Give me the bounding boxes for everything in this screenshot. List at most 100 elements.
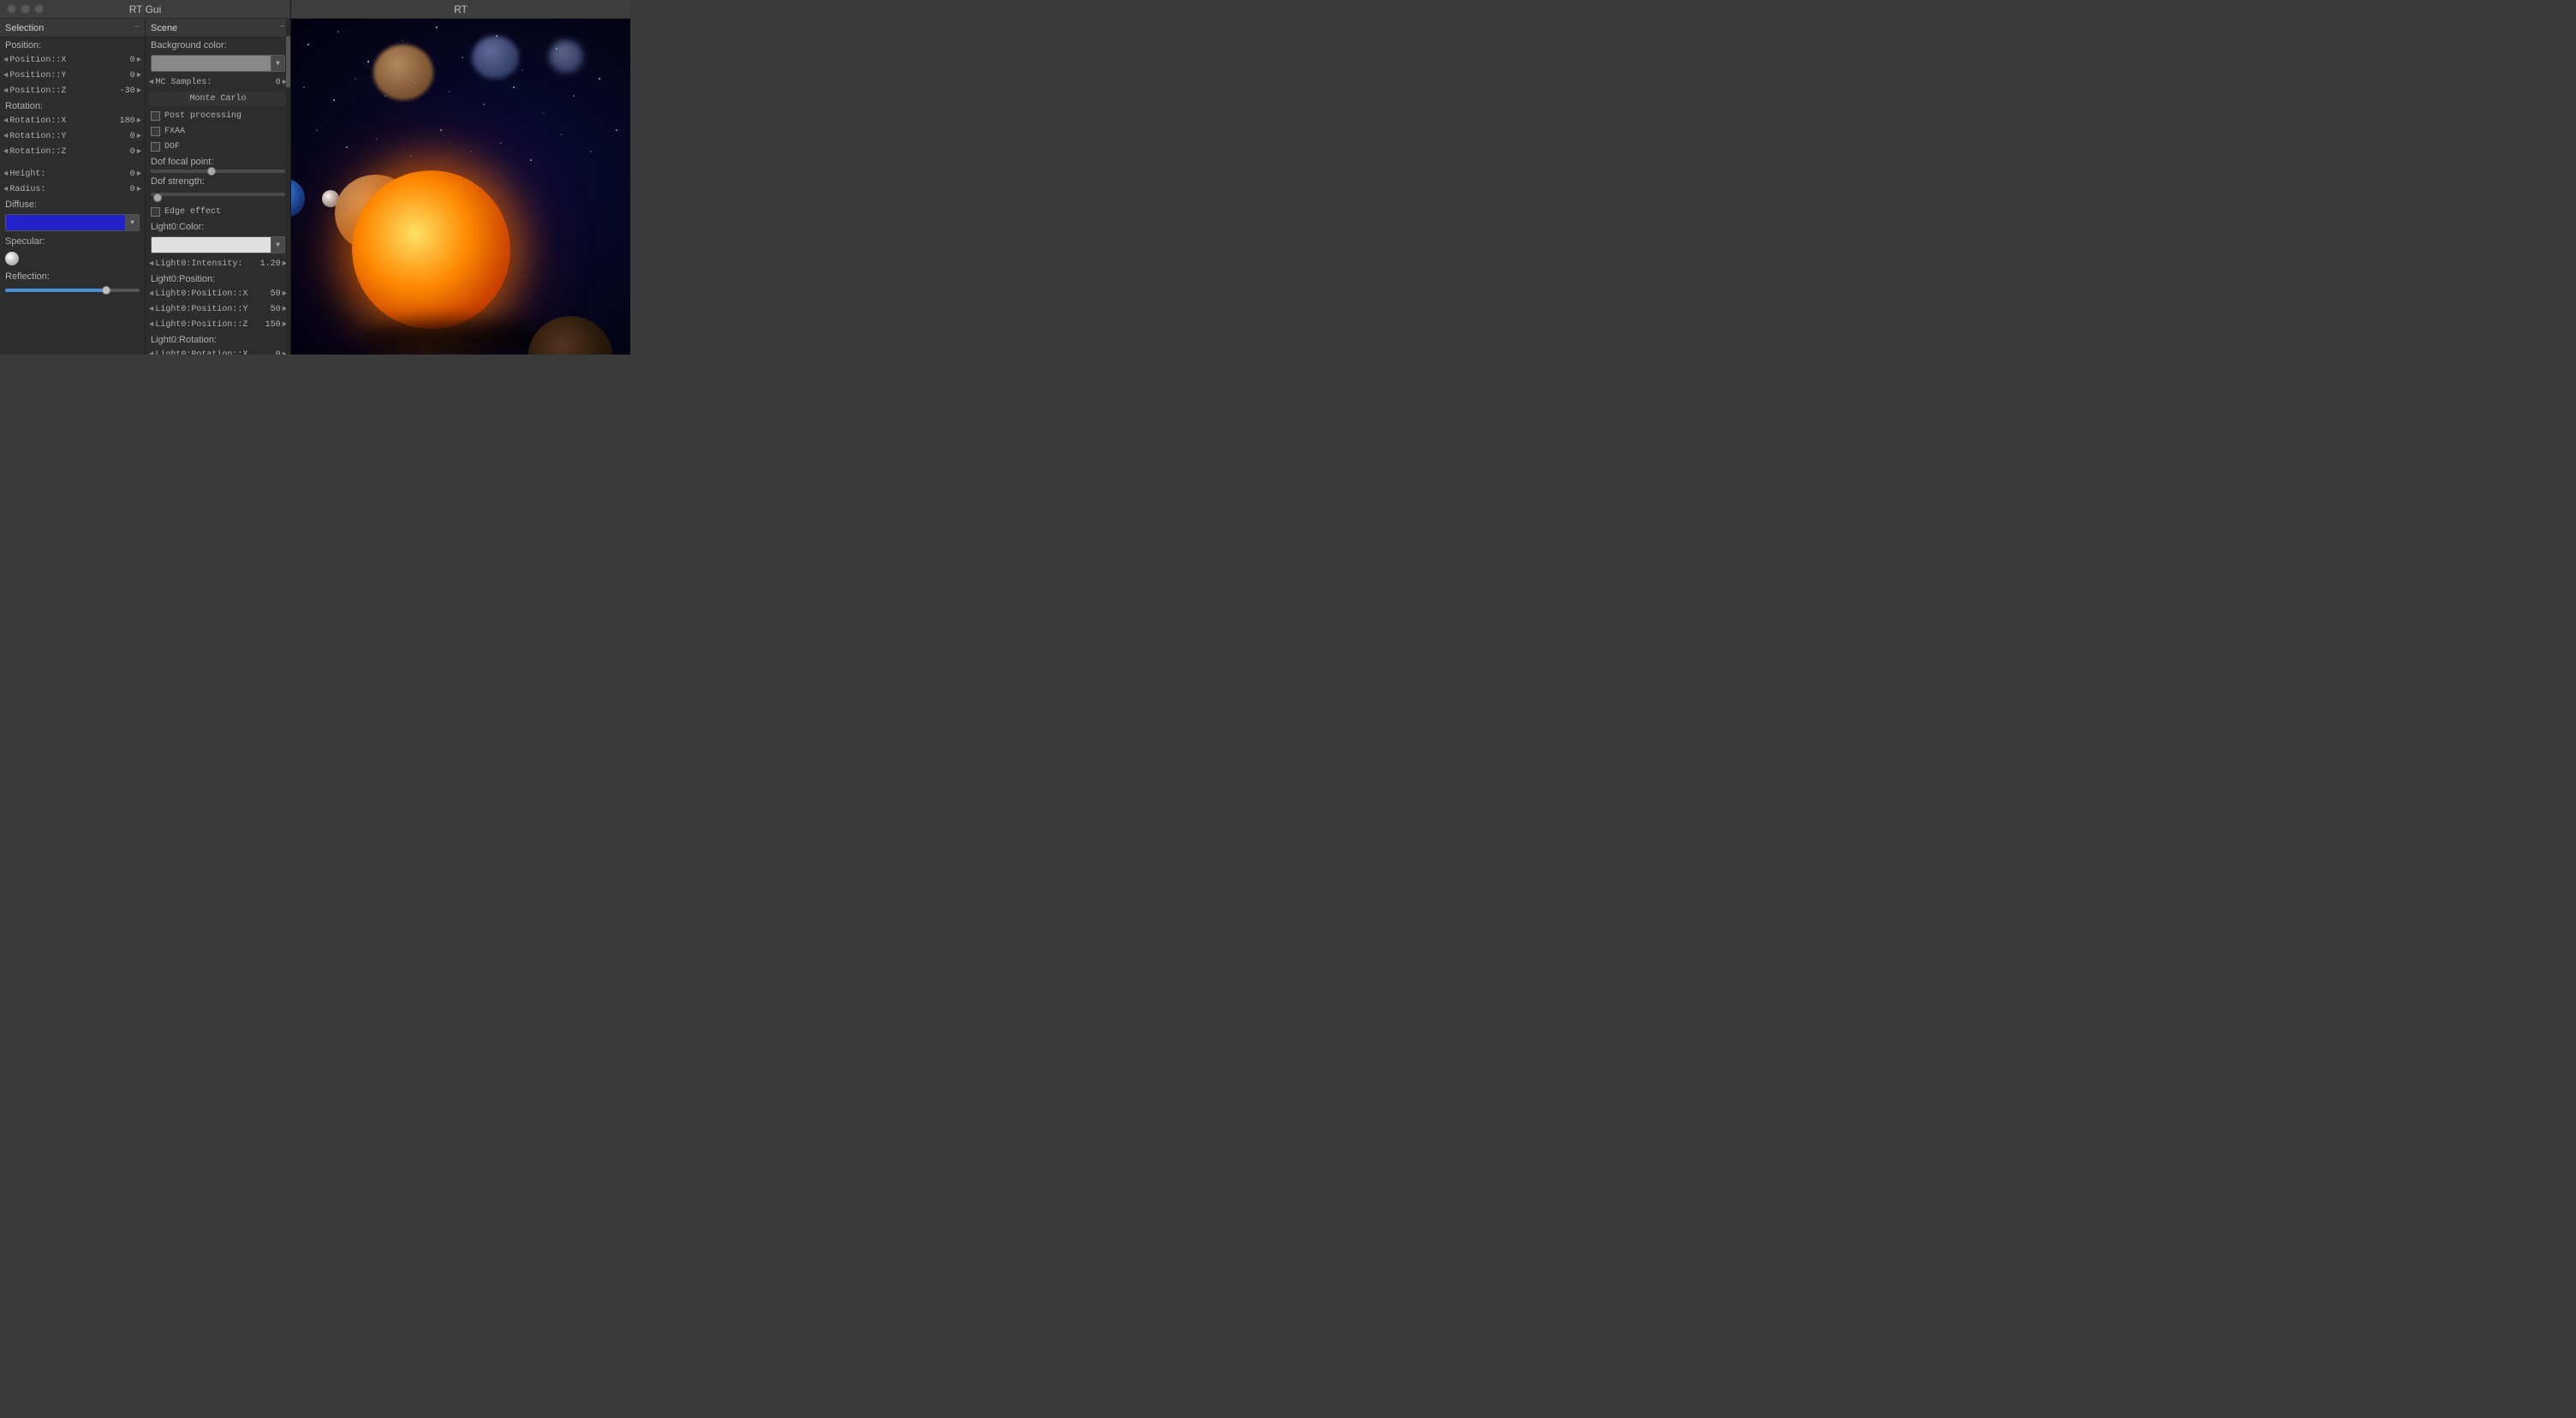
position-z-right-arrow[interactable]: ► [137, 86, 141, 95]
diffuse-label: Diffuse: [0, 197, 145, 212]
rotation-z-value: 0 [115, 147, 135, 157]
rotation-y-right-arrow[interactable]: ► [137, 132, 141, 140]
edge-effect-checkbox[interactable] [151, 207, 160, 217]
rt-maximize-button[interactable] [34, 4, 44, 14]
reflection-slider-track[interactable] [5, 289, 140, 292]
position-section-label: Position: [0, 38, 145, 52]
light0-pos-y-row: ◄ Light0:Position::Y 50 ► [146, 301, 290, 317]
distant-planet-2 [472, 36, 519, 79]
height-right-arrow[interactable]: ► [137, 170, 141, 178]
light0-pos-z-left-arrow[interactable]: ◄ [149, 320, 153, 329]
bg-color-dropdown[interactable]: ▼ [271, 56, 284, 71]
fxaa-row: FXAA [146, 123, 290, 139]
bg-color-label: Background color: [146, 38, 290, 52]
light0-intensity-left-arrow[interactable]: ◄ [149, 259, 153, 268]
dof-strength-thumb[interactable] [153, 194, 162, 202]
fxaa-checkbox[interactable] [151, 127, 160, 136]
dof-focal-slider[interactable] [151, 170, 285, 173]
post-processing-checkbox[interactable] [151, 111, 160, 121]
position-z-row: ◄ Position::Z -30 ► [0, 83, 145, 98]
bg-color-swatch-container[interactable]: ▼ [151, 55, 285, 72]
light0-position-section-label: Light0:Position: [146, 271, 290, 286]
mc-samples-value: 0 [260, 78, 281, 87]
selection-panel-header: Selection − [0, 19, 145, 38]
edge-effect-row: Edge effect [146, 204, 290, 219]
selection-collapse-btn[interactable]: − [134, 23, 140, 33]
scene-panel-header: Scene − [146, 19, 290, 38]
specular-ball [5, 252, 19, 265]
rotation-y-value: 0 [115, 132, 135, 141]
specular-label: Specular: [0, 234, 145, 248]
position-y-left-arrow[interactable]: ◄ [3, 71, 8, 80]
rotation-y-row: ◄ Rotation::Y 0 ► [0, 128, 145, 144]
rotation-z-right-arrow[interactable]: ► [137, 147, 141, 156]
light0-pos-z-value: 150 [260, 320, 281, 330]
rt-titlebar: RT [291, 0, 630, 19]
position-x-label: Position::X [9, 56, 114, 65]
light0-color-swatch [152, 237, 271, 253]
light0-color-row: ▼ [146, 234, 290, 256]
scene-scrollbar[interactable] [286, 19, 290, 354]
rotation-z-left-arrow[interactable]: ◄ [3, 147, 8, 156]
distant-planet-3 [549, 40, 583, 73]
height-left-arrow[interactable]: ◄ [3, 170, 8, 178]
light0-rot-x-value: 0 [260, 350, 281, 355]
rotation-section-label: Rotation: [0, 98, 145, 113]
position-x-right-arrow[interactable]: ► [137, 56, 141, 64]
rotation-x-right-arrow[interactable]: ► [137, 116, 141, 125]
reflection-row [0, 283, 145, 294]
light0-rot-x-left-arrow[interactable]: ◄ [149, 350, 153, 354]
radius-label: Radius: [9, 185, 114, 194]
mc-samples-label: MC Samples: [155, 78, 259, 87]
mc-samples-left-arrow[interactable]: ◄ [149, 78, 153, 86]
position-z-label: Position::Z [9, 86, 114, 96]
position-y-right-arrow[interactable]: ► [137, 71, 141, 80]
dof-checkbox[interactable] [151, 142, 160, 152]
light0-pos-x-value: 50 [260, 289, 281, 299]
light0-rotation-section-label: Light0:Rotation: [146, 332, 290, 347]
light0-color-dropdown[interactable]: ▼ [271, 237, 284, 253]
rt-minimize-button[interactable] [21, 4, 30, 14]
rotation-z-row: ◄ Rotation::Z 0 ► [0, 144, 145, 159]
reflection-label: Reflection: [0, 269, 145, 283]
rt-gui-title: RT Gui [129, 3, 162, 15]
radius-row: ◄ Radius: 0 ► [0, 182, 145, 197]
height-label: Height: [9, 170, 114, 179]
rotation-y-left-arrow[interactable]: ◄ [3, 132, 8, 140]
radius-left-arrow[interactable]: ◄ [3, 185, 8, 194]
sun-shadow [361, 320, 549, 354]
dof-focal-thumb[interactable] [207, 167, 216, 176]
position-x-row: ◄ Position::X 0 ► [0, 52, 145, 68]
diffuse-color-row: ▼ [0, 212, 145, 234]
monte-carlo-label: Monte Carlo [149, 92, 287, 106]
edge-effect-label: Edge effect [164, 207, 221, 217]
scene-scrollbar-thumb[interactable] [286, 36, 290, 87]
light0-intensity-label: Light0:Intensity: [155, 259, 259, 269]
reflection-slider-thumb[interactable] [102, 286, 110, 295]
light0-pos-y-left-arrow[interactable]: ◄ [149, 305, 153, 313]
light0-color-swatch-container[interactable]: ▼ [151, 236, 285, 253]
light0-pos-z-row: ◄ Light0:Position::Z 150 ► [146, 317, 290, 332]
height-value: 0 [115, 170, 135, 179]
dof-focal-label: Dof focal point: [146, 154, 290, 169]
position-z-left-arrow[interactable]: ◄ [3, 86, 8, 95]
radius-right-arrow[interactable]: ► [137, 185, 141, 194]
rotation-x-row: ◄ Rotation::X 180 ► [0, 113, 145, 128]
bg-color-swatch [152, 56, 271, 71]
light0-pos-x-row: ◄ Light0:Position::X 50 ► [146, 286, 290, 301]
scene-collapse-btn[interactable]: − [280, 23, 285, 33]
position-x-left-arrow[interactable]: ◄ [3, 56, 8, 64]
scene-title: Scene [151, 23, 177, 33]
light0-pos-x-left-arrow[interactable]: ◄ [149, 289, 153, 298]
rotation-x-left-arrow[interactable]: ◄ [3, 116, 8, 125]
specular-row [0, 248, 145, 269]
distant-planet-1 [373, 45, 433, 100]
diffuse-color-swatch-container[interactable]: ▼ [5, 214, 140, 231]
rt-close-button[interactable] [7, 4, 16, 14]
height-row: ◄ Height: 0 ► [0, 166, 145, 182]
fxaa-label: FXAA [164, 127, 185, 136]
light0-pos-x-label: Light0:Position::X [155, 289, 259, 299]
position-y-value: 0 [115, 71, 135, 80]
rotation-x-label: Rotation::X [9, 116, 114, 126]
diffuse-color-dropdown[interactable]: ▼ [125, 215, 139, 230]
